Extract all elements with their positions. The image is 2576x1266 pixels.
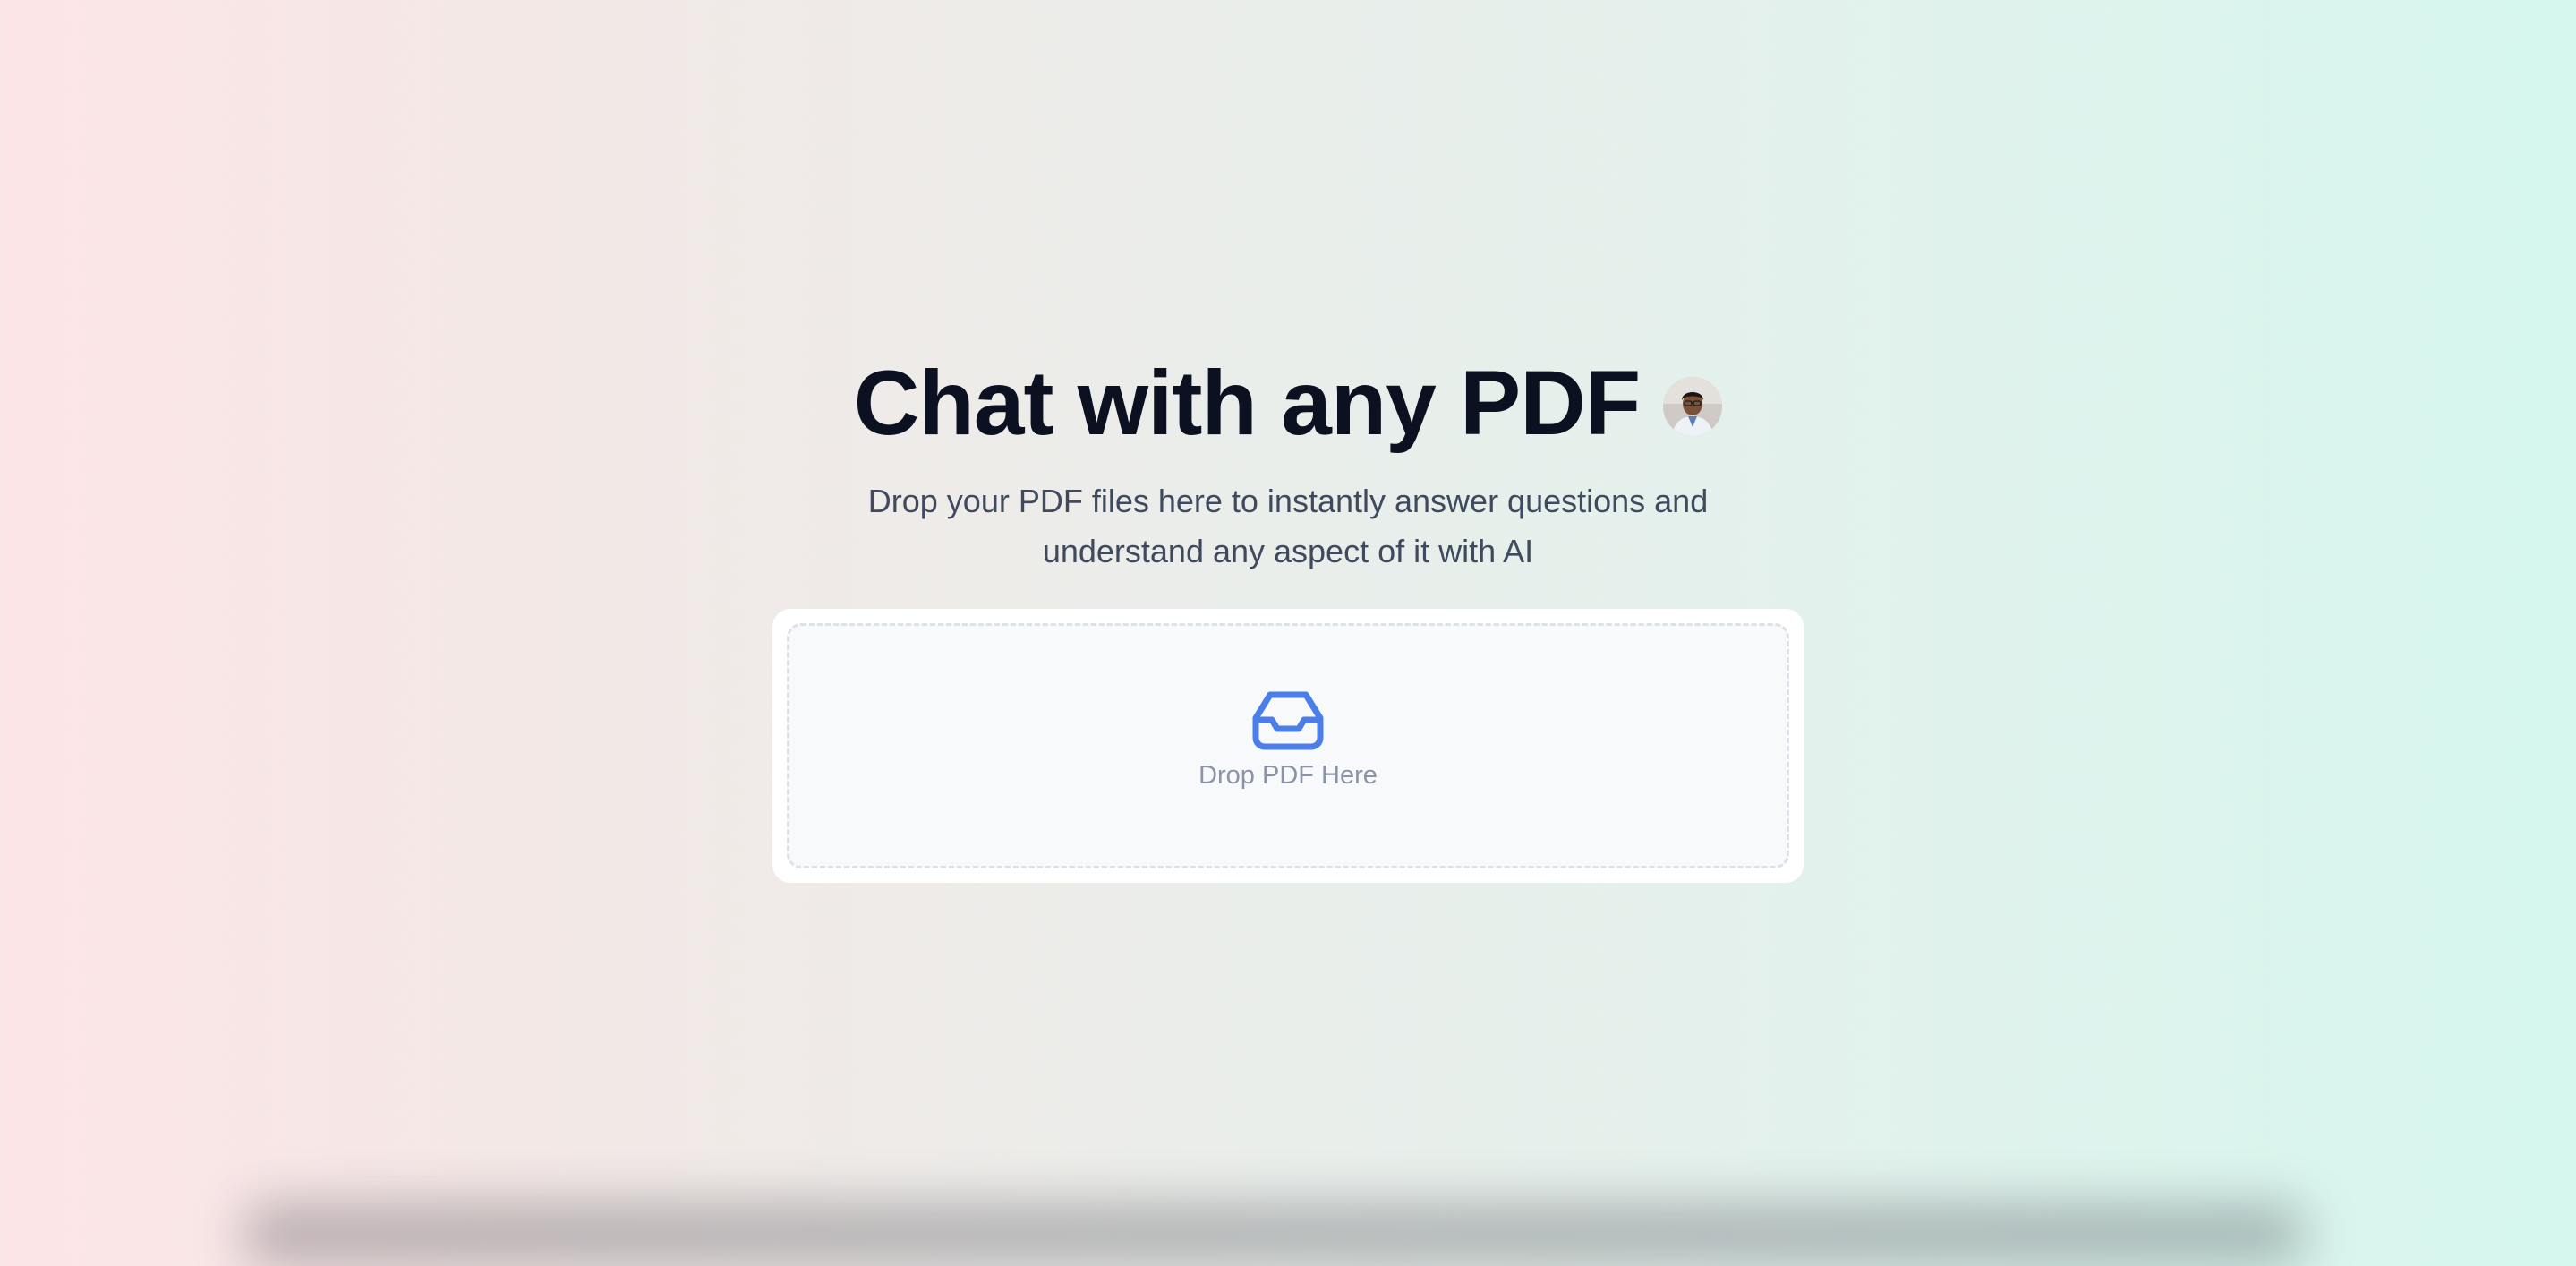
avatar[interactable] [1663,377,1723,436]
upload-card: Drop PDF Here [772,609,1804,883]
avatar-image [1663,377,1723,436]
bottom-shadow [242,1203,2307,1266]
title-row: Chat with any PDF [853,349,1723,457]
subtitle-line-2: understand any aspect of it with AI [1042,533,1534,569]
dropzone-label: Drop PDF Here [1198,760,1378,790]
page-subtitle: Drop your PDF files here to instantly an… [814,476,1762,577]
pdf-dropzone[interactable]: Drop PDF Here [787,623,1789,868]
hero-section: Chat with any PDF Drop your PDF files he… [0,349,2576,883]
inbox-icon [1252,691,1324,749]
page-title: Chat with any PDF [853,352,1641,454]
subtitle-line-1: Drop your PDF files here to instantly an… [867,483,1709,519]
